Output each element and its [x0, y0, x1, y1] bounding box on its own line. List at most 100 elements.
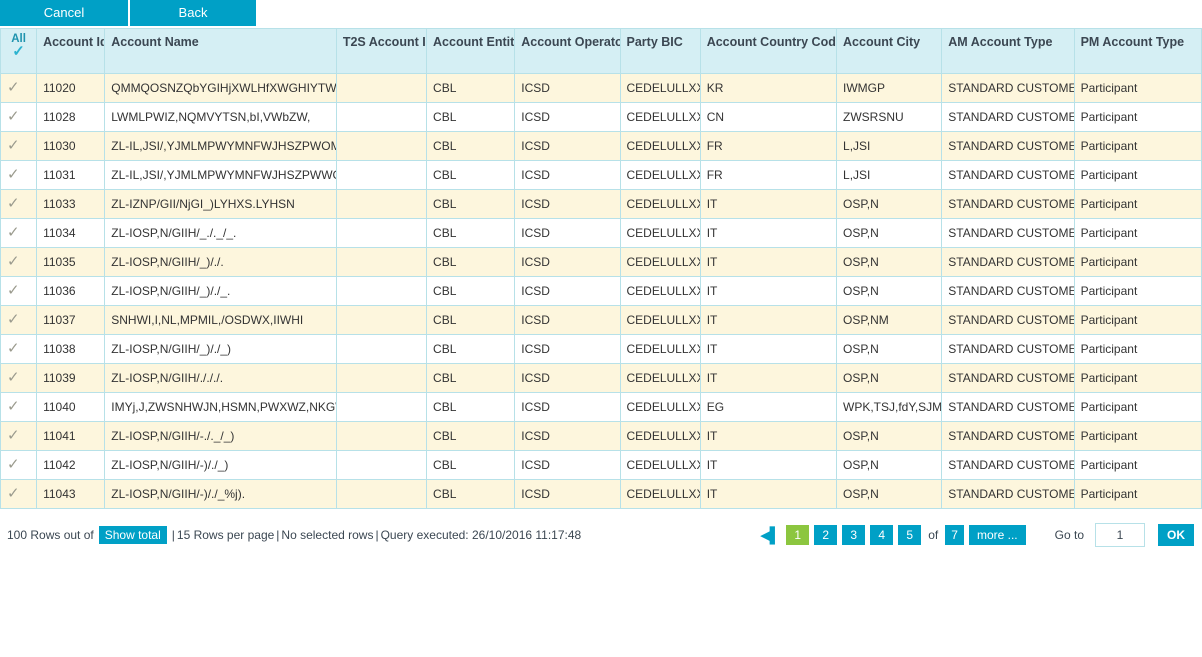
cell-account-id: 11036 — [36, 276, 106, 306]
table-row[interactable]: ✓ 11038 ZL-IOSP,N/GIIH/_)/./_) CBL ICSD CEDEL… — [0, 334, 1202, 364]
check-icon[interactable]: ✓ — [7, 162, 30, 188]
cell-pm-account-type: Participant — [1073, 160, 1202, 190]
select-all-header[interactable]: All ✓ — [0, 28, 38, 74]
column-header-account-city[interactable]: Account City — [836, 28, 943, 74]
status-line: 100 Rows out of Show total | 15 Rows per… — [6, 526, 582, 544]
page-button-2[interactable]: 2 — [814, 525, 838, 545]
check-icon[interactable]: ✓ — [7, 191, 30, 217]
check-icon[interactable]: ✓ — [7, 481, 30, 507]
column-header-account-country-code[interactable]: Account Country Code — [699, 28, 838, 74]
cell-account-id: 11040 — [36, 392, 106, 422]
total-pages-button[interactable]: 7 — [945, 525, 964, 545]
check-icon[interactable]: ✓ — [7, 278, 30, 304]
row-select-checkbox[interactable]: ✓ — [0, 189, 38, 219]
cell-account-id: 11034 — [36, 218, 106, 248]
table-row[interactable]: ✓ 11042 ZL-IOSP,N/GIIH/-)/./_) CBL ICSD CEDEL… — [0, 450, 1202, 480]
check-icon[interactable]: ✓ — [7, 423, 30, 449]
check-icon[interactable]: ✓ — [7, 336, 30, 362]
column-header-pm-account-type[interactable]: PM Account Type — [1073, 28, 1202, 74]
table-row[interactable]: ✓ 11037 SNHWI,I,NL,MPMIL,/OSDWX,IIWHI CBL IC… — [0, 305, 1202, 335]
page-button-3[interactable]: 3 — [842, 525, 866, 545]
cell-party-bic: CEDELULLXXX — [619, 334, 701, 364]
column-header-account-operator[interactable]: Account Operator — [514, 28, 621, 74]
row-select-checkbox[interactable]: ✓ — [0, 479, 38, 509]
row-select-checkbox[interactable]: ✓ — [0, 334, 38, 364]
row-select-checkbox[interactable]: ✓ — [0, 160, 38, 190]
row-select-checkbox[interactable]: ✓ — [0, 276, 38, 306]
table-row[interactable]: ✓ 11040 IMYj,J,ZWSNHWJN,HSMN,PWXWZ,NKGW CBL… — [0, 392, 1202, 422]
cancel-button[interactable]: Cancel — [0, 0, 128, 26]
table-row[interactable]: ✓ 11030 ZL-IL,JSI/,YJMLMPWYMNFWJHSZPWOMN CB… — [0, 131, 1202, 161]
column-header-t2s-account-id[interactable]: T2S Account ID — [335, 28, 428, 74]
table-row[interactable]: ✓ 11028 LWMLPWIZ,NQMVYTSN,bI,VWbZW, CBL ICSD… — [0, 102, 1202, 132]
header-row: All ✓ Account Id Account Name T2S Accoun… — [0, 28, 1202, 74]
more-pages-button[interactable]: more ... — [968, 525, 1026, 545]
table-row[interactable]: ✓ 11036 ZL-IOSP,N/GIIH/_)/./_. CBL ICSD CEDEL… — [0, 276, 1202, 306]
cell-pm-account-type: Participant — [1073, 218, 1202, 248]
row-select-checkbox[interactable]: ✓ — [0, 392, 38, 422]
cell-account-country-code: FR — [699, 160, 838, 190]
row-select-checkbox[interactable]: ✓ — [0, 218, 38, 248]
column-header-am-account-type[interactable]: AM Account Type — [941, 28, 1075, 74]
cell-t2s-account-id — [335, 334, 428, 364]
row-select-checkbox[interactable]: ✓ — [0, 305, 38, 335]
cell-pm-account-type: Participant — [1073, 334, 1202, 364]
table-row[interactable]: ✓ 11039 ZL-IOSP,N/GIIH/./././. CBL ICSD CEDEL… — [0, 363, 1202, 393]
back-button[interactable]: Back — [130, 0, 256, 26]
cell-am-account-type: STANDARD CUSTOMER — [941, 247, 1075, 277]
cell-account-name: ZL-IOSP,N/GIIH/-./._/_) — [104, 421, 337, 451]
goto-page-input[interactable] — [1095, 523, 1145, 547]
show-total-button[interactable]: Show total — [98, 526, 167, 544]
row-select-checkbox[interactable]: ✓ — [0, 73, 38, 103]
table-row[interactable]: ✓ 11033 ZL-IZNP/GII/NjGI_)LYHXS.LYHSN CBL IC… — [0, 189, 1202, 219]
page-button-5[interactable]: 5 — [898, 525, 922, 545]
check-icon[interactable]: ✓ — [7, 365, 30, 391]
check-icon[interactable]: ✓ — [7, 394, 30, 420]
cell-account-city: ZWSRSNU — [836, 102, 943, 132]
cell-account-country-code: EG — [699, 392, 838, 422]
select-all-check-icon[interactable]: ✓ — [2, 44, 36, 59]
check-icon[interactable]: ✓ — [7, 75, 30, 101]
row-select-checkbox[interactable]: ✓ — [0, 247, 38, 277]
cell-account-city: OSP,N — [836, 334, 943, 364]
cell-party-bic: CEDELULLXXX — [619, 363, 701, 393]
row-select-checkbox[interactable]: ✓ — [0, 450, 38, 480]
table-row[interactable]: ✓ 11031 ZL-IL,JSI/,YJMLMPWYMNFWJHSZPWWGJ CB… — [0, 160, 1202, 190]
cell-account-id: 11039 — [36, 363, 106, 393]
page-button-4[interactable]: 4 — [870, 525, 894, 545]
cell-party-bic: CEDELULLXXX — [619, 392, 701, 422]
table-body: ✓ 11020 QMMQOSNZQbYGIHjXWLHfXWGHIYTW_-e CBL… — [0, 73, 1202, 509]
check-icon[interactable]: ✓ — [7, 307, 30, 333]
table-row[interactable]: ✓ 11035 ZL-IOSP,N/GIIH/_)/./. CBL ICSD CEDELU… — [0, 247, 1202, 277]
table-row[interactable]: ✓ 11041 ZL-IOSP,N/GIIH/-./._/_) CBL ICSD CEDE… — [0, 421, 1202, 451]
column-header-account-id[interactable]: Account Id — [36, 28, 106, 74]
cell-account-entity: CBL — [426, 479, 516, 509]
row-select-checkbox[interactable]: ✓ — [0, 363, 38, 393]
table-row[interactable]: ✓ 11043 ZL-IOSP,N/GIIH/-)/./_%j). CBL ICSD CE… — [0, 479, 1202, 509]
check-icon[interactable]: ✓ — [7, 104, 30, 130]
check-icon[interactable]: ✓ — [7, 452, 30, 478]
cell-account-country-code: FR — [699, 131, 838, 161]
page-button-1[interactable]: 1 — [786, 525, 810, 545]
column-header-account-entity[interactable]: Account Entity — [426, 28, 516, 74]
check-icon[interactable]: ✓ — [7, 249, 30, 275]
table-row[interactable]: ✓ 11034 ZL-IOSP,N/GIIH/_./._/_. CBL ICSD CEDE… — [0, 218, 1202, 248]
column-header-account-name[interactable]: Account Name — [104, 28, 337, 74]
check-icon[interactable]: ✓ — [7, 220, 30, 246]
cell-pm-account-type: Participant — [1073, 247, 1202, 277]
row-select-checkbox[interactable]: ✓ — [0, 131, 38, 161]
goto-ok-button[interactable]: OK — [1158, 524, 1194, 546]
row-select-checkbox[interactable]: ✓ — [0, 102, 38, 132]
row-select-checkbox[interactable]: ✓ — [0, 421, 38, 451]
cell-account-operator: ICSD — [514, 189, 621, 219]
cell-account-country-code: IT — [699, 479, 838, 509]
table-row[interactable]: ✓ 11020 QMMQOSNZQbYGIHjXWLHfXWGHIYTW_-e CBL… — [0, 73, 1202, 103]
cell-party-bic: CEDELULLXXX — [619, 131, 701, 161]
check-icon[interactable]: ✓ — [7, 133, 30, 159]
cell-account-entity: CBL — [426, 218, 516, 248]
column-header-party-bic[interactable]: Party BIC — [619, 28, 701, 74]
first-page-icon[interactable]: ◀▌ — [760, 528, 780, 543]
cell-account-id: 11043 — [36, 479, 106, 509]
cell-am-account-type: STANDARD CUSTOMER — [941, 450, 1075, 480]
cell-account-country-code: KR — [699, 73, 838, 103]
